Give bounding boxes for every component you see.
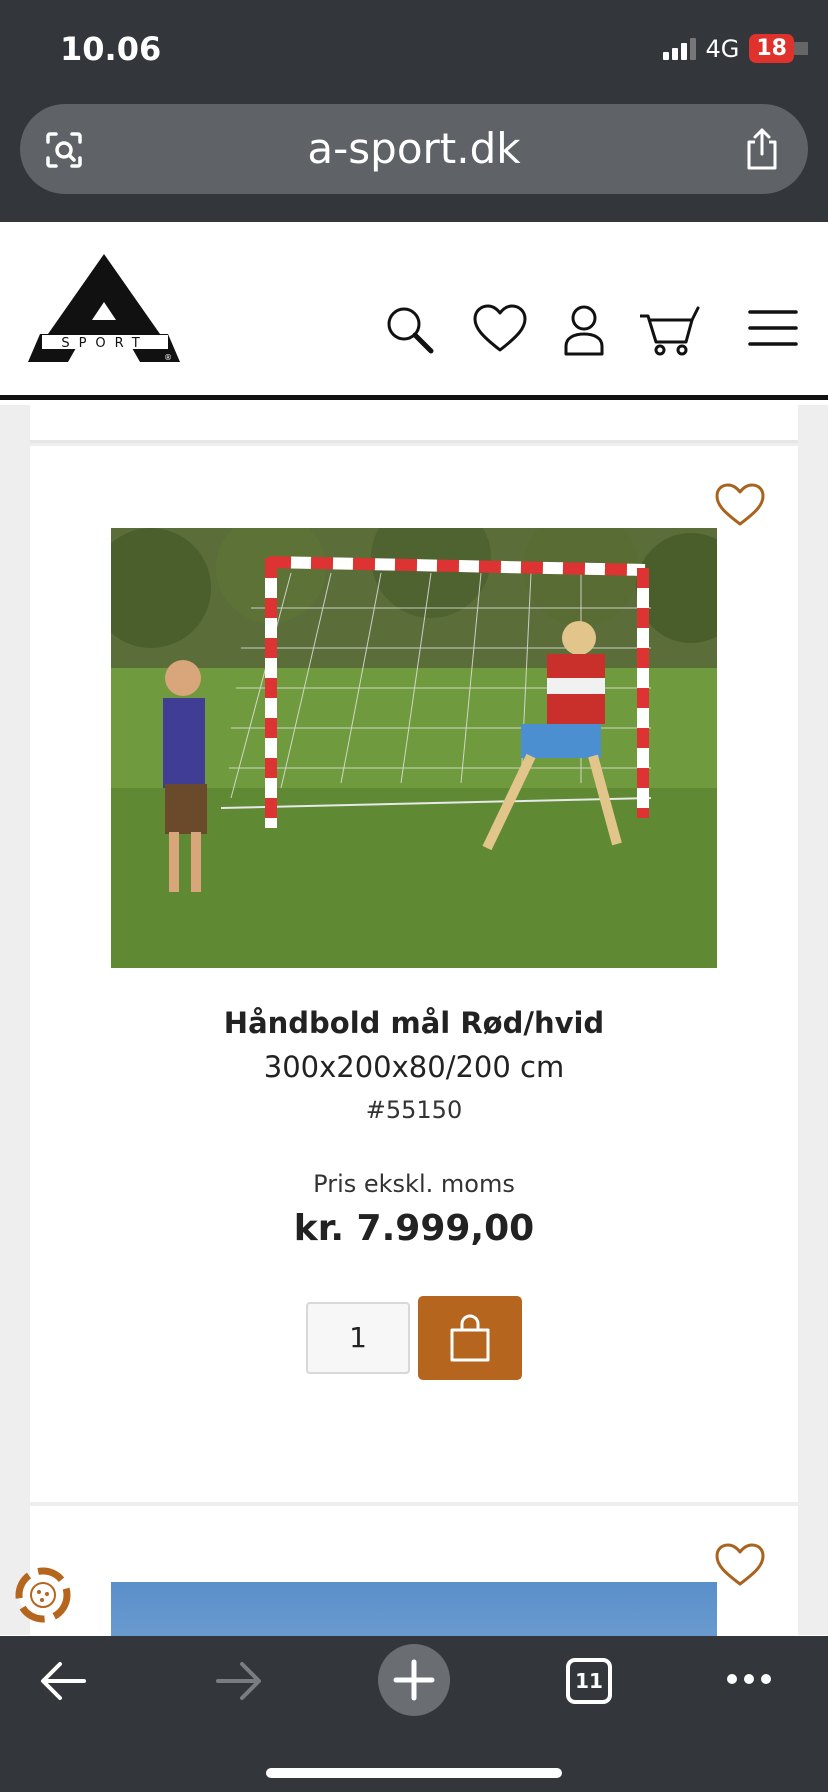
- status-indicators: 4G 18: [662, 34, 794, 63]
- tabs-button[interactable]: 11: [566, 1658, 612, 1704]
- quantity-input[interactable]: 1: [306, 1302, 410, 1374]
- status-time: 10.06: [60, 30, 162, 68]
- previous-product-card: [30, 405, 798, 443]
- a-sport-logo[interactable]: SPORT ®: [28, 252, 180, 364]
- favorite-heart-icon[interactable]: [714, 1542, 766, 1588]
- product-image[interactable]: [111, 528, 717, 968]
- more-icon[interactable]: [726, 1672, 772, 1686]
- add-to-cart-button[interactable]: [418, 1296, 522, 1380]
- next-product-card[interactable]: [30, 1506, 798, 1662]
- cookie-settings-icon[interactable]: [14, 1566, 72, 1624]
- browser-bottom-toolbar: 11: [0, 1636, 828, 1792]
- back-icon[interactable]: [38, 1658, 88, 1704]
- address-bar[interactable]: a-sport.dk: [20, 104, 808, 194]
- signal-icon: [662, 37, 696, 60]
- home-indicator: [266, 1768, 562, 1778]
- cart-icon[interactable]: [638, 302, 700, 358]
- user-icon[interactable]: [556, 302, 612, 358]
- new-tab-button[interactable]: [378, 1644, 450, 1716]
- menu-icon[interactable]: [748, 302, 798, 358]
- battery-level: 18: [749, 34, 794, 63]
- site-header: SPORT ®: [0, 222, 828, 400]
- network-type: 4G: [705, 34, 740, 63]
- share-icon[interactable]: [742, 126, 782, 172]
- price-label: Pris ekskl. moms: [313, 1170, 515, 1198]
- bag-icon: [450, 1314, 490, 1362]
- plus-icon: [393, 1659, 435, 1701]
- wishlist-heart-icon[interactable]: [472, 302, 528, 358]
- favorite-heart-icon[interactable]: [714, 482, 766, 528]
- product-price: kr. 7.999,00: [293, 1208, 535, 1249]
- product-card[interactable]: Håndbold mål Rød/hvid 300x200x80/200 cm …: [30, 446, 798, 1502]
- browser-top-chrome: 10.06 4G 18 a-sport.dk: [0, 0, 828, 222]
- url-text[interactable]: a-sport.dk: [20, 124, 808, 173]
- search-icon[interactable]: [382, 302, 438, 358]
- logo-text: SPORT: [61, 336, 148, 351]
- product-sku: #55150: [365, 1096, 463, 1124]
- forward-icon[interactable]: [214, 1658, 264, 1704]
- product-title[interactable]: Håndbold mål Rød/hvid: [30, 1006, 798, 1040]
- svg-text:®: ®: [164, 353, 172, 362]
- product-dimensions: 300x200x80/200 cm: [263, 1050, 565, 1084]
